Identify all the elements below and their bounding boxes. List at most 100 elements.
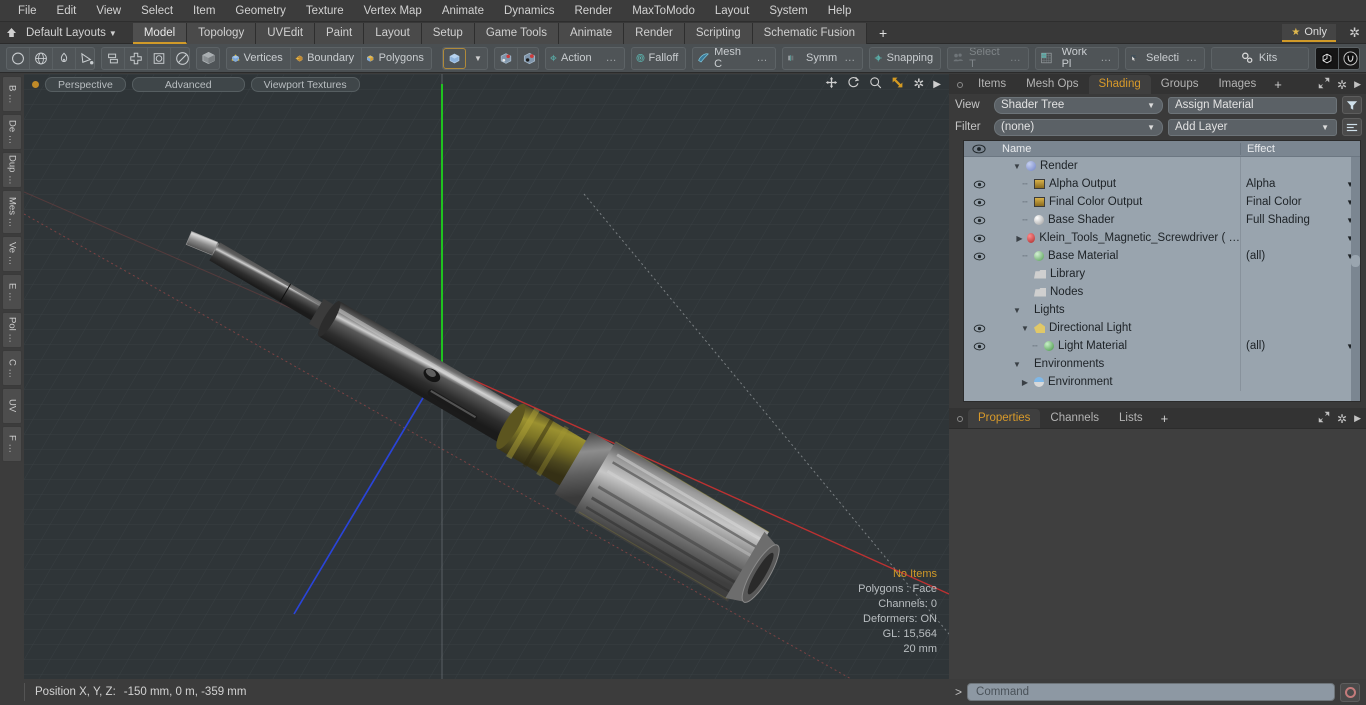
left-tab-fusion[interactable]: F … <box>2 426 22 462</box>
row-eye-toggle[interactable] <box>964 180 994 189</box>
row-effect[interactable]: (all) ▼ <box>1240 337 1360 355</box>
tab-items[interactable]: Items <box>968 75 1016 94</box>
circle-icon[interactable] <box>7 47 30 69</box>
add-layer-select[interactable]: Add Layer ▼ <box>1168 118 1337 136</box>
modo-ball-icon[interactable] <box>1316 47 1340 69</box>
tab-channels[interactable]: Channels <box>1040 409 1109 428</box>
command-input[interactable]: Command <box>967 683 1335 701</box>
radial-icon[interactable] <box>171 48 189 69</box>
row-effect[interactable]: Alpha ▼ <box>1240 175 1360 193</box>
bevel-icon[interactable] <box>148 47 171 69</box>
viewport-3d-canvas[interactable]: Y X Z <box>24 74 949 679</box>
layout-tab-animate[interactable]: Animate <box>558 22 625 44</box>
cube-icon[interactable] <box>197 48 219 69</box>
tab-lists[interactable]: Lists <box>1109 409 1153 428</box>
chevron-right-icon[interactable]: ▶ <box>1354 413 1361 424</box>
funnel-icon[interactable] <box>1342 96 1362 114</box>
layout-tab-paint[interactable]: Paint <box>315 22 365 44</box>
assign-material-button[interactable]: Assign Material <box>1168 96 1337 114</box>
table-row[interactable]: ▶ Environment <box>964 373 1360 391</box>
row-effect[interactable]: Final Color ▼ <box>1240 193 1360 211</box>
layout-tab-schematic-fusion[interactable]: Schematic Fusion <box>752 22 868 44</box>
globe-icon[interactable] <box>30 47 53 69</box>
fit-icon[interactable] <box>891 76 904 92</box>
viewport-textures-button[interactable]: Viewport Textures <box>250 76 360 92</box>
item-mode-dropdown[interactable]: ▼ <box>466 48 487 69</box>
menu-item-render[interactable]: Render <box>564 1 622 21</box>
add-layout-tab-button[interactable]: + <box>867 23 899 44</box>
menu-item-select[interactable]: Select <box>131 1 183 21</box>
tab-images[interactable]: Images <box>1208 75 1266 94</box>
curve-icon[interactable] <box>76 48 94 69</box>
table-row[interactable]: ╌ Base Material (all) ▼ <box>964 247 1360 265</box>
row-eye-toggle[interactable] <box>964 342 994 351</box>
menu-item-help[interactable]: Help <box>818 1 862 21</box>
table-row[interactable]: Library <box>964 265 1360 283</box>
twiddle-icon[interactable]: ▼ <box>1012 162 1022 171</box>
row-effect[interactable]: (all) ▼ <box>1240 247 1360 265</box>
menu-item-layout[interactable]: Layout <box>705 1 760 21</box>
scrollbar-thumb[interactable] <box>1351 254 1360 267</box>
select-through-button[interactable]: Select T … <box>948 48 1028 69</box>
table-row[interactable]: ▼ Environments <box>964 355 1360 373</box>
home-icon[interactable] <box>0 23 22 43</box>
gear-icon[interactable]: ✲ <box>1349 25 1360 41</box>
chevron-right-icon[interactable]: ▶ <box>1354 79 1361 90</box>
left-tab-mesh-edit[interactable]: Mes … <box>2 190 22 234</box>
add-panel-tab-button[interactable]: + <box>1266 75 1290 94</box>
pen-icon[interactable] <box>53 47 76 69</box>
table-row[interactable]: ╌ Light Material (all) ▼ <box>964 337 1360 355</box>
zoom-icon[interactable] <box>869 76 882 92</box>
menu-item-geometry[interactable]: Geometry <box>225 1 296 21</box>
view-select[interactable]: Shader Tree ▼ <box>994 96 1163 114</box>
mirror-icon[interactable] <box>102 47 125 69</box>
falloff-button[interactable]: Falloff <box>632 48 686 69</box>
tab-properties[interactable]: Properties <box>968 409 1041 428</box>
chevron-right-icon[interactable]: ▶ <box>933 79 941 90</box>
move-icon[interactable] <box>825 76 838 92</box>
table-row[interactable]: ╌ Final Color Output Final Color ▼ <box>964 193 1360 211</box>
menu-item-vertex-map[interactable]: Vertex Map <box>354 1 432 21</box>
shader-tree-scrollbar[interactable] <box>1351 157 1360 401</box>
unreal-icon[interactable] <box>1339 47 1360 69</box>
row-eye-toggle[interactable] <box>964 198 994 207</box>
rotate-icon[interactable] <box>847 76 860 92</box>
twiddle-icon[interactable]: ▶ <box>1015 234 1023 243</box>
left-tab-deform[interactable]: De … <box>2 114 22 150</box>
polygons-mode-button[interactable]: Polygons <box>362 48 431 69</box>
left-tab-uv[interactable]: UV <box>2 388 22 424</box>
expand-icon[interactable] <box>1318 411 1330 426</box>
gear-icon[interactable]: ✲ <box>1337 412 1347 426</box>
layout-tab-model[interactable]: Model <box>132 22 188 44</box>
menu-item-item[interactable]: Item <box>183 1 225 21</box>
menu-item-animate[interactable]: Animate <box>432 1 494 21</box>
table-row[interactable]: ▶ Klein_Tools_Magnetic_Screwdriver ( … ▼ <box>964 229 1360 247</box>
twiddle-icon[interactable]: ▼ <box>1012 360 1022 369</box>
row-effect[interactable]: Full Shading ▼ <box>1240 211 1360 229</box>
menu-item-texture[interactable]: Texture <box>296 1 354 21</box>
gear-icon[interactable]: ✲ <box>913 76 924 92</box>
layout-tab-setup[interactable]: Setup <box>421 22 475 44</box>
left-tab-vertex[interactable]: Ve … <box>2 236 22 272</box>
work-plane-button[interactable]: Work Pl … <box>1036 48 1119 69</box>
row-effect[interactable]: ▼ <box>1240 229 1360 247</box>
symmetry-button[interactable]: Symm … <box>783 48 863 69</box>
layout-tab-scripting[interactable]: Scripting <box>684 22 753 44</box>
left-tab-duplicate[interactable]: Dup … <box>2 152 22 188</box>
pivot-custom-icon[interactable] <box>518 48 538 69</box>
menu-item-maxtomodo[interactable]: MaxToModo <box>622 1 705 21</box>
table-row[interactable]: ▼ Render <box>964 157 1360 175</box>
row-eye-toggle[interactable] <box>964 252 994 261</box>
kits-button[interactable]: Kits <box>1212 48 1308 69</box>
action-center-button[interactable]: Action … <box>546 48 623 69</box>
only-toggle-button[interactable]: ★ Only <box>1282 24 1336 42</box>
layout-tab-uvedit[interactable]: UVEdit <box>256 22 316 44</box>
row-eye-toggle[interactable] <box>964 324 994 333</box>
viewport-projection-button[interactable]: Perspective <box>45 76 126 92</box>
layout-tab-topology[interactable]: Topology <box>187 22 257 44</box>
filter-select[interactable]: (none) ▼ <box>994 118 1163 136</box>
menu-item-system[interactable]: System <box>759 1 817 21</box>
viewport-shading-button[interactable]: Advanced <box>131 76 245 92</box>
layout-tab-game-tools[interactable]: Game Tools <box>474 22 559 44</box>
tab-mesh-ops[interactable]: Mesh Ops <box>1016 75 1088 94</box>
